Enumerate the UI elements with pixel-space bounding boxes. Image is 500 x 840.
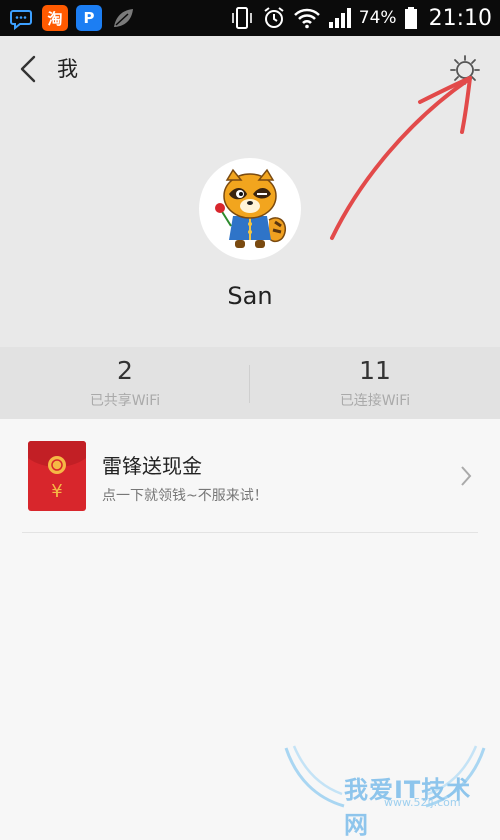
clock: 21:10 [428,5,492,31]
raccoon-mascot-icon [215,168,287,248]
profile-header: 我 San [0,36,500,347]
red-envelope-icon: ¥ [28,441,86,511]
username: San [227,282,273,310]
wifi-stats: 2 已共享WiFi 11 已连接WiFi [0,347,500,419]
connected-wifi-count: 11 [359,356,391,385]
stats-divider [249,365,250,403]
chat-notification-icon [8,5,34,31]
settings-gear-icon[interactable] [448,53,482,87]
status-bar: 淘 P 74% 21:10 [0,0,500,36]
alarm-icon [264,7,284,28]
connected-wifi-label: 已连接WiFi [339,393,411,409]
avatar[interactable] [199,158,301,260]
shared-wifi-stat[interactable]: 2 已共享WiFi [0,347,250,419]
taobao-icon: 淘 [42,5,68,31]
page-title: 我 [57,57,78,81]
status-app-icons: 淘 P [8,5,136,31]
leaf-icon [110,5,136,31]
cash-promo-row[interactable]: ¥ 雷锋送现金 点一下就领钱~不服来试！ [0,419,500,532]
wifi-icon [293,8,320,29]
parking-app-icon: P [76,5,102,31]
battery-percent: 74% [358,8,397,28]
battery-icon [404,7,417,29]
connected-wifi-stat[interactable]: 11 已连接WiFi [250,347,500,419]
promo-subtitle: 点一下就领钱~不服来试！ [102,488,268,504]
chevron-right-icon [461,466,472,486]
signal-icon [328,8,351,28]
status-indicators: 74% 21:10 [229,0,492,36]
envelope-yuan-symbol: ¥ [51,481,62,502]
divider [22,532,478,533]
shared-wifi-count: 2 [117,356,133,385]
back-arrow-icon[interactable] [14,54,44,84]
vibrate-icon [231,7,252,29]
watermark: 我爱IT技术网 www.52ij.com [280,742,490,839]
watermark-url: www.52ij.com [384,796,461,809]
promo-title: 雷锋送现金 [102,454,202,478]
shared-wifi-label: 已共享WiFi [89,393,161,409]
